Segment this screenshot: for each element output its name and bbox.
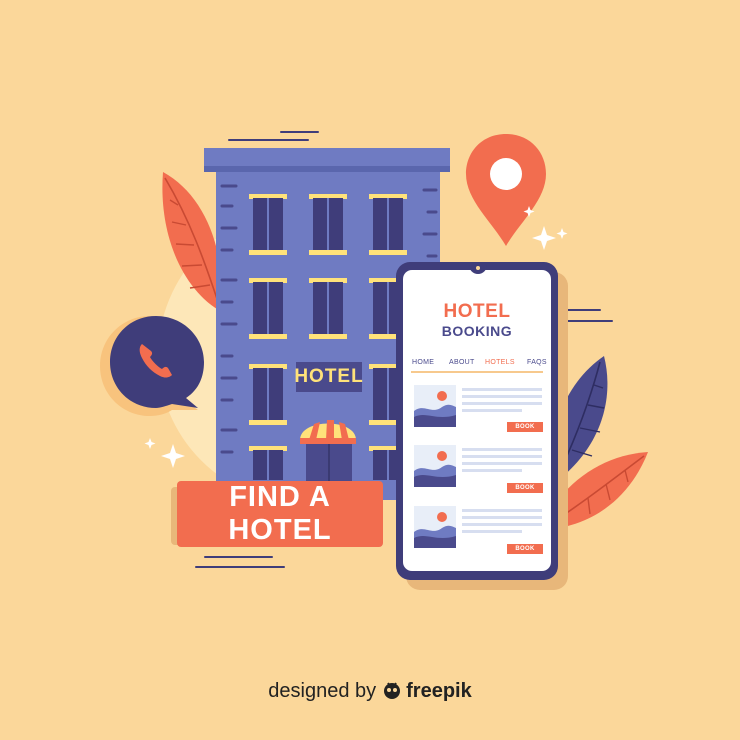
- book-button[interactable]: BOOK: [507, 544, 543, 554]
- credit-line: designed by freepik: [0, 680, 740, 706]
- hotel-sign: HOTEL: [294, 362, 363, 392]
- hotel-image-icon: [414, 445, 456, 487]
- phone-camera: [476, 266, 480, 270]
- hotel-image-icon: [414, 385, 456, 427]
- phone-screen: HOTEL BOOKING HOME ABOUT HOTELS FAQS BOO…: [403, 270, 551, 571]
- chat-bubble: [100, 316, 204, 416]
- app-title: HOTEL: [443, 301, 511, 322]
- nav-home[interactable]: HOME: [412, 359, 434, 366]
- app-subtitle: BOOKING: [441, 323, 513, 339]
- book-button[interactable]: BOOK: [507, 483, 543, 493]
- window-sill: [369, 250, 407, 255]
- hotel-image-icon: [414, 506, 456, 548]
- credit-prefix: designed by: [268, 680, 377, 702]
- window-sill: [309, 250, 347, 255]
- location-pin-icon: [466, 134, 546, 246]
- find-a-hotel-button[interactable]: FIND A HOTEL: [177, 481, 383, 547]
- window-sill: [249, 420, 287, 425]
- nav-hotels[interactable]: HOTELS: [485, 359, 515, 366]
- credit-brand[interactable]: freepik: [406, 680, 472, 702]
- window-sill: [249, 334, 287, 339]
- window-sill: [249, 250, 287, 255]
- book-button[interactable]: BOOK: [507, 422, 543, 432]
- scene-illustration: [100, 131, 648, 590]
- nav-about[interactable]: ABOUT: [449, 359, 475, 366]
- freepik-logo-icon: [382, 680, 402, 706]
- nav-underline: [411, 371, 543, 373]
- window-sill: [309, 334, 347, 339]
- nav-faqs[interactable]: FAQS: [527, 359, 547, 366]
